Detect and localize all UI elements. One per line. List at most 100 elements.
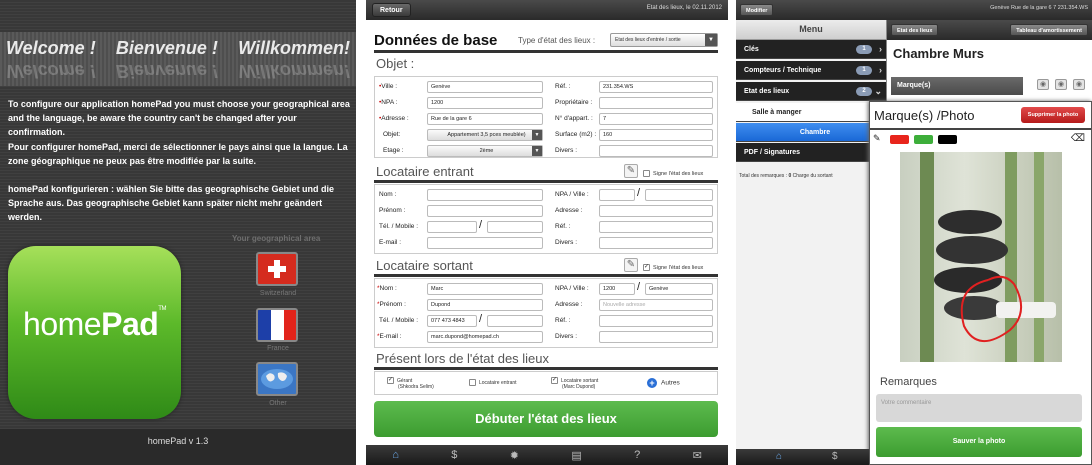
property-summary: Genève Rue de la gare 6 7 231.354.WS	[990, 5, 1088, 11]
address-input[interactable]: Rue de la gare 6	[427, 113, 543, 125]
incoming-address-input[interactable]	[599, 205, 713, 217]
camera-icon[interactable]: ◉	[1037, 79, 1049, 90]
help-icon[interactable]: ?	[634, 449, 640, 461]
geo-area-title: Your geographical area	[232, 234, 321, 243]
incoming-mobile-input[interactable]	[487, 221, 543, 233]
menu-item-meters[interactable]: Compteurs / Technique 1 ›	[736, 61, 886, 80]
inspection-type-select[interactable]: Etat des lieux d'entrée / sortie ▼	[610, 33, 718, 47]
city-label: •Ville :	[379, 83, 398, 90]
eraser-icon[interactable]: ⌫	[1071, 133, 1085, 144]
color-swatch-green[interactable]	[914, 135, 933, 144]
pen-icon[interactable]: ✎	[624, 164, 638, 178]
version-footer: homePad v 1.3	[0, 429, 356, 465]
base-data-screen: Retour Etat des lieux, le 02.11.2012 Don…	[366, 0, 728, 465]
inspection-date: Etat des lieux, le 02.11.2012	[646, 5, 722, 11]
other-country-button[interactable]	[256, 362, 298, 396]
outgoing-name-input[interactable]: Marc	[427, 283, 543, 295]
inspection-screen: Modifier Genève Rue de la gare 6 7 231.3…	[736, 0, 1092, 465]
address-label: •Adresse :	[379, 115, 409, 122]
page-title: Données de base	[374, 32, 498, 49]
edit-button[interactable]: Modifier	[740, 4, 774, 16]
incoming-npa-input[interactable]	[599, 189, 635, 201]
outgoing-email-input[interactable]: marc.dupond@homepad.ch	[427, 331, 543, 343]
menu-item-keys[interactable]: Clés 1 ›	[736, 40, 886, 59]
france-button[interactable]	[256, 308, 298, 342]
incoming-name-input[interactable]	[427, 189, 543, 201]
incoming-sign-checkbox[interactable]: Signe l'état des lieux	[643, 170, 703, 177]
menu-item-dining-room[interactable]: Salle à manger ✓	[736, 103, 886, 122]
ref-input[interactable]: 231.354.WS	[599, 81, 713, 93]
welcome-en: Welcome !	[6, 38, 96, 58]
camera-icon[interactable]: ◉	[1073, 79, 1085, 90]
intro-german: homePad konfigurieren : wählen Sie bitte…	[8, 184, 335, 222]
present-manager-checkbox[interactable]: ✓ Gérant (Shkodra Selim)	[387, 377, 434, 390]
menu-header: Menu	[736, 20, 886, 40]
incoming-ref-input[interactable]	[599, 221, 713, 233]
switzerland-button[interactable]	[256, 252, 298, 286]
misc-input[interactable]	[599, 145, 713, 157]
delete-photo-button[interactable]: Supprimer la photo	[1021, 107, 1085, 123]
outgoing-mobile-input[interactable]	[487, 315, 543, 327]
outgoing-misc-input[interactable]	[599, 331, 713, 343]
incoming-phone-input[interactable]	[427, 221, 477, 233]
divider	[870, 128, 1091, 130]
dollar-icon[interactable]: $	[832, 451, 838, 462]
incoming-city-input[interactable]	[645, 189, 713, 201]
outgoing-npa-input[interactable]: 1200	[599, 283, 635, 295]
npa-input[interactable]: 1200	[427, 97, 543, 109]
incoming-misc-input[interactable]	[599, 237, 713, 249]
outgoing-sign-checkbox[interactable]: ✓ Signe l'état des lieux	[643, 264, 703, 271]
owner-label: Propriétaire :	[555, 99, 593, 106]
chevron-right-icon: ›	[879, 44, 882, 54]
tab-bar: ⌂ $ ✹ ▤ ? ✉	[366, 445, 728, 465]
start-inspection-button[interactable]: Débuter l'état des lieux	[374, 401, 718, 437]
outgoing-address-input[interactable]: Nouvelle adresse	[599, 299, 713, 311]
modal-title: Marque(s) /Photo	[874, 108, 975, 123]
camera-icon[interactable]: ◉	[1055, 79, 1067, 90]
annotated-photo[interactable]	[900, 152, 1062, 362]
outgoing-tenant-title: Locataire sortant	[376, 258, 473, 273]
surface-input[interactable]: 160	[599, 129, 713, 141]
owner-input[interactable]	[599, 97, 713, 109]
dollar-icon[interactable]: $	[451, 449, 457, 461]
object-select[interactable]: Appartement 3,5 pces meublée) ▼	[427, 129, 543, 141]
incoming-firstname-input[interactable]	[427, 205, 543, 217]
outgoing-city-input[interactable]: Genève	[645, 283, 713, 295]
ref-label: Réf. :	[555, 83, 571, 90]
present-incoming-checkbox[interactable]: Locataire entrant	[469, 379, 517, 386]
menu-item-inspection[interactable]: Etat des lieux 2 ⌄	[736, 82, 886, 101]
color-swatch-red[interactable]	[890, 135, 909, 144]
incoming-email-input[interactable]	[427, 237, 543, 249]
comment-input[interactable]: Votre commentaire	[876, 394, 1082, 422]
outgoing-firstname-input[interactable]: Dupond	[427, 299, 543, 311]
document-icon[interactable]: ▤	[571, 449, 581, 462]
photo-modal: Marque(s) /Photo Supprimer la photo ✎ ⌫ …	[869, 101, 1092, 465]
others-button[interactable]: + Autres	[647, 378, 680, 388]
gear-icon[interactable]: ✹	[510, 449, 519, 462]
amortization-table-button[interactable]: Tableau d'amortissement	[1010, 24, 1088, 36]
present-outgoing-checkbox[interactable]: ✓ Locataire sortant (Marc Dupond)	[551, 377, 598, 390]
apartment-input[interactable]: 7	[599, 113, 713, 125]
photo-drawing	[920, 152, 1056, 362]
city-input[interactable]: Genève	[427, 81, 543, 93]
pen-icon[interactable]: ✎	[624, 258, 638, 272]
home-icon[interactable]: ⌂	[392, 449, 399, 461]
outgoing-ref-input[interactable]	[599, 315, 713, 327]
outgoing-phone-input[interactable]: 077 473 4843	[427, 315, 477, 327]
back-button[interactable]: Retour	[372, 3, 411, 17]
inspection-back-button[interactable]: Etat des lieux	[891, 24, 939, 36]
home-icon[interactable]: ⌂	[776, 451, 782, 462]
pencil-icon[interactable]: ✎	[873, 133, 881, 144]
color-swatch-black[interactable]	[938, 135, 957, 144]
france-label: France	[267, 345, 289, 352]
menu-item-bedroom[interactable]: Chambre ✓	[736, 123, 886, 142]
chevron-down-icon: ▼	[705, 34, 717, 46]
remarks-title: Remarques	[880, 376, 937, 388]
marks-row[interactable]: Marque(s)	[891, 77, 1023, 95]
floor-select[interactable]: 2ème ▼	[427, 145, 543, 157]
outgoing-tenant-box: *Nom : Marc *Prénom : Dupond Tél. / Mobi…	[374, 278, 718, 348]
save-photo-button[interactable]: Sauver la photo	[876, 427, 1082, 457]
present-box: ✓ Gérant (Shkodra Selim) Locataire entran…	[374, 371, 718, 395]
mail-icon[interactable]: ✉	[693, 449, 702, 462]
menu-item-pdf-signatures[interactable]: PDF / Signatures	[736, 143, 886, 162]
